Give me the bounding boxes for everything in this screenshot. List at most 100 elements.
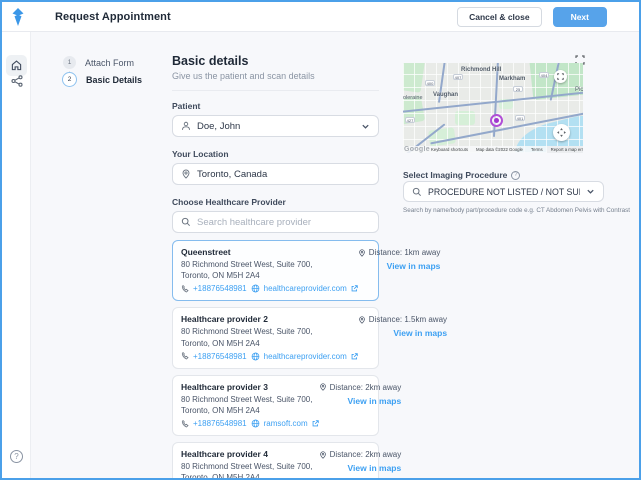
provider-website-link[interactable]: ramsoft.com [264,419,308,428]
main-content: 1 Attach Form 2 Basic Details Basic deta… [31,32,639,478]
step-attach-form[interactable]: 1 Attach Form [63,56,142,69]
external-link-icon [351,353,358,360]
procedure-info-icon[interactable]: ? [511,171,520,180]
external-link-icon [351,285,358,292]
provider-info: Healthcare provider 2 80 Richmond Street… [181,314,358,360]
map-terms-link[interactable]: Terms [527,147,547,152]
map-fullscreen-button[interactable] [554,70,567,83]
map-location-marker[interactable] [490,114,503,127]
map-road-shield: 25 [513,86,523,92]
distance-pin-icon [319,451,327,459]
provider-name: Healthcare provider 4 [181,449,319,459]
location-input[interactable] [172,163,379,185]
provider-distance: Distance: 2km away [330,383,402,392]
map-road-shield: 400 [425,80,435,86]
map-pan-control[interactable] [553,124,570,141]
step-1-dot: 1 [63,56,76,69]
provider-info: Healthcare provider 4 80 Richmond Street… [181,449,319,478]
provider-website-link[interactable]: healthcareprovider.com [264,352,347,361]
map[interactable]: Richmond Hill Markham Vaughan Coleraine … [403,63,583,153]
external-link-icon [312,420,319,427]
procedure-value: PROCEDURE NOT LISTED / NOT SURE? [428,187,580,197]
provider-address-line2: Toronto, ON M5H 2A4 [181,338,358,349]
provider-phone-link[interactable]: +18876548981 [193,352,247,361]
procedure-label: Select Imaging Procedure [403,170,507,180]
provider-address-line1: 80 Richmond Street West, Suite 700, [181,326,358,337]
procedure-helper-text: Search by name/body part/procedure code … [403,207,639,214]
map-label-pickering: Pic [575,87,583,93]
phone-icon [181,352,189,360]
provider-distance: Distance: 1km away [369,248,441,257]
distance-pin-icon [358,316,366,324]
provider-address-line1: 80 Richmond Street West, Suite 700, [181,259,358,270]
app-logo-icon [11,7,25,27]
provider-name: Healthcare provider 2 [181,314,358,324]
person-icon [181,121,191,131]
provider-address-line2: Toronto, ON M5H 2A4 [181,472,319,478]
map-label-markham: Markham [499,76,525,82]
provider-phone-link[interactable]: +18876548981 [193,284,247,293]
cancel-close-button[interactable]: Cancel & close [457,7,541,27]
step-basic-details[interactable]: 2 Basic Details [63,72,142,87]
divider [172,90,379,91]
left-sidebar: ? [2,32,31,478]
provider-address-line2: Toronto, ON M5H 2A4 [181,405,319,416]
globe-icon [251,284,260,293]
topbar-actions: Cancel & close Next [457,7,639,27]
map-road-shield: 407 [453,74,463,80]
provider-name: Healthcare provider 3 [181,382,319,392]
provider-name: Queenstreet [181,247,358,257]
help-icon[interactable]: ? [10,450,23,463]
provider-website-link[interactable]: healthcareprovider.com [264,284,347,293]
map-road-shield: 427 [405,117,415,123]
search-icon [181,217,191,227]
google-logo: Google [404,146,430,153]
search-icon [412,187,422,197]
view-in-maps-link[interactable]: View in maps [348,396,402,406]
provider-phone-link[interactable]: +18876548981 [193,419,247,428]
map-road-shield: 401 [515,115,525,121]
map-label-richmond-hill: Richmond Hill [461,67,501,73]
provider-address-line2: Toronto, ON M5H 2A4 [181,270,358,281]
view-in-maps-link[interactable]: View in maps [393,328,447,338]
location-pin-icon [181,169,191,179]
provider-search-input[interactable] [197,217,370,228]
expand-icon[interactable] [575,52,585,62]
provider-card[interactable]: Healthcare provider 3 80 Richmond Street… [172,375,379,436]
map-label-coleraine: Coleraine [403,95,423,101]
request-appointment-window: Request Appointment Cancel & close Next … [0,0,641,480]
map-attribution-bar: Keyboard shortcuts Map data ©2022 Google… [403,146,583,153]
patient-select[interactable] [172,115,379,137]
provider-distance: Distance: 2km away [330,450,402,459]
provider-search[interactable] [172,211,379,233]
next-button[interactable]: Next [553,7,607,27]
map-label-vaughan: Vaughan [433,92,458,98]
home-icon[interactable] [6,55,27,76]
share-icon[interactable] [11,74,23,86]
provider-info: Queenstreet 80 Richmond Street West, Sui… [181,247,358,293]
globe-icon [251,419,260,428]
map-road-shield: 404 [539,72,549,78]
provider-card[interactable]: Healthcare provider 4 80 Richmond Street… [172,442,379,478]
distance-pin-icon [319,383,327,391]
map-keyboard-shortcuts-link[interactable]: Keyboard shortcuts [427,147,472,152]
step-2-label: Basic Details [86,75,142,85]
patient-value[interactable] [197,121,355,132]
view-in-maps-link[interactable]: View in maps [348,463,402,473]
procedure-select[interactable]: PROCEDURE NOT LISTED / NOT SURE? [403,181,604,202]
location-label: Your Location [172,149,379,159]
step-2-dot: 2 [62,72,77,87]
section-subheading: Give us the patient and scan details [172,71,379,81]
provider-card[interactable]: Healthcare provider 2 80 Richmond Street… [172,307,379,368]
section-heading: Basic details [172,54,379,68]
stepper: 1 Attach Form 2 Basic Details [63,56,142,87]
provider-address-line1: 80 Richmond Street West, Suite 700, [181,394,319,405]
provider-card[interactable]: Queenstreet 80 Richmond Street West, Sui… [172,240,379,301]
view-in-maps-link[interactable]: View in maps [387,261,441,271]
location-value[interactable] [197,169,370,180]
provider-distance: Distance: 1.5km away [369,315,447,324]
map-report-error-link[interactable]: Report a map error [547,146,583,153]
distance-pin-icon [358,249,366,257]
phone-icon [181,285,189,293]
chevron-down-icon [586,187,595,196]
